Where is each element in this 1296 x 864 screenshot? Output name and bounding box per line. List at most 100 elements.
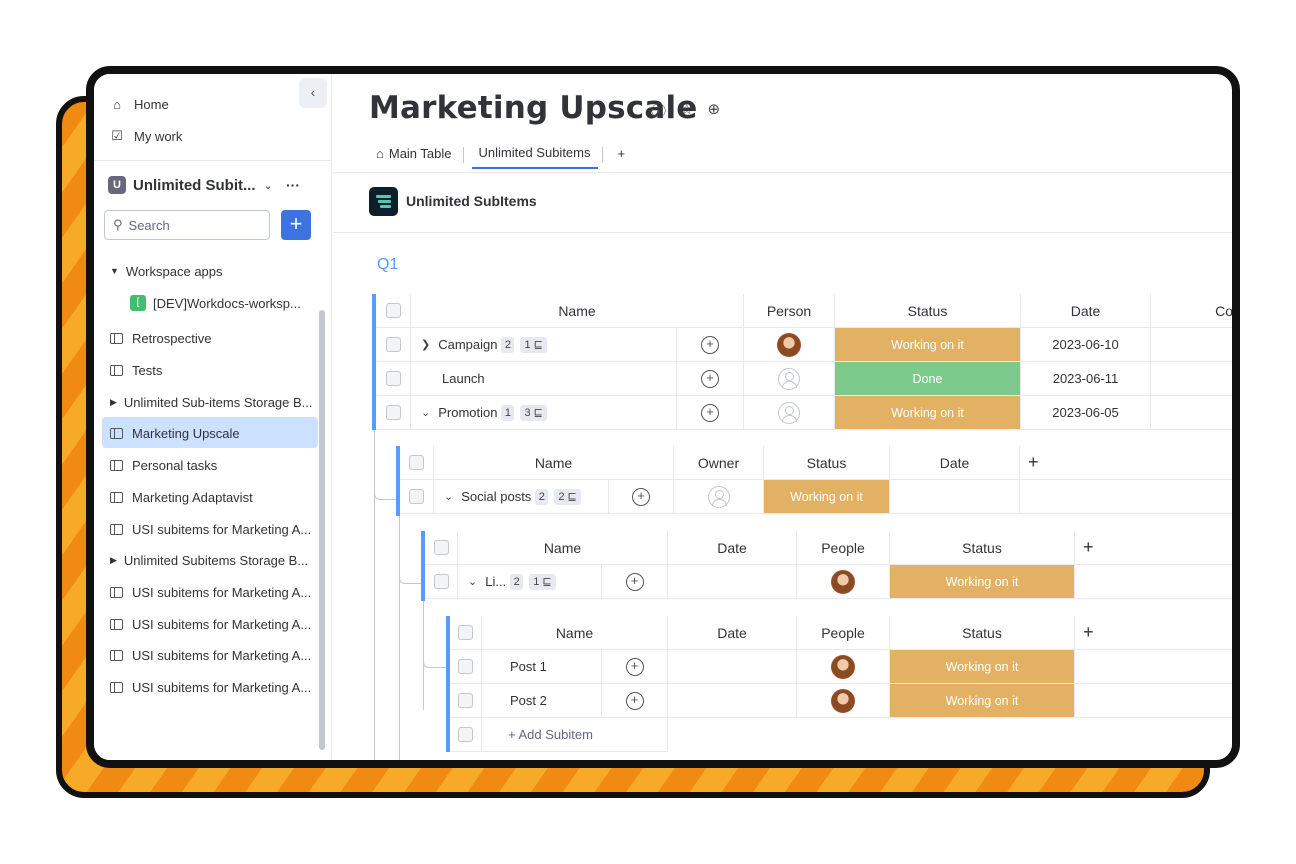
column-header-owner[interactable]: Owner bbox=[674, 446, 764, 479]
empty-person-icon[interactable] bbox=[778, 367, 800, 390]
workspace-apps-toggle[interactable]: ▼ Workspace apps bbox=[108, 261, 223, 281]
sidebar-item-usi-3[interactable]: USI subitems for Marketing A... bbox=[108, 614, 311, 634]
select-all-checkbox[interactable] bbox=[433, 540, 449, 555]
sidebar-folder-storage[interactable]: ▶ Unlimited Sub-items Storage B... bbox=[108, 392, 313, 412]
sidebar-item-personal-tasks[interactable]: Personal tasks bbox=[108, 455, 217, 475]
subitems-badge[interactable]: 2 ⊑ bbox=[554, 488, 581, 505]
sidebar-item-marketing-adaptavist[interactable]: Marketing Adaptavist bbox=[108, 487, 253, 507]
select-all-checkbox[interactable] bbox=[458, 625, 473, 640]
avatar[interactable] bbox=[777, 332, 801, 357]
item-name[interactable]: Post 2 bbox=[510, 693, 547, 708]
chevron-down-icon[interactable]: ⌄ bbox=[444, 490, 453, 503]
date-cell[interactable]: 2023-06-10 bbox=[1021, 328, 1151, 361]
status-badge[interactable]: Working on it bbox=[890, 684, 1075, 717]
avatar[interactable] bbox=[831, 569, 855, 594]
row-checkbox[interactable] bbox=[458, 693, 473, 708]
add-update-icon[interactable]: + bbox=[701, 335, 719, 354]
avatar[interactable] bbox=[831, 654, 855, 679]
date-cell[interactable] bbox=[668, 565, 797, 598]
date-cell[interactable] bbox=[890, 480, 1020, 513]
sidebar-item-usi-1[interactable]: USI subitems for Marketing A... bbox=[108, 519, 311, 539]
add-update-icon[interactable]: + bbox=[625, 691, 644, 710]
column-header-date[interactable]: Date bbox=[890, 446, 1020, 479]
item-name[interactable]: Li... bbox=[485, 574, 506, 589]
date-cell[interactable] bbox=[668, 684, 797, 717]
add-update-icon[interactable]: + bbox=[632, 487, 650, 506]
add-update-icon[interactable]: + bbox=[625, 572, 644, 591]
column-header-people[interactable]: People bbox=[797, 531, 890, 564]
column-header-name[interactable]: Name bbox=[411, 294, 744, 327]
table-row[interactable]: Launch + Done 2023-06-11 bbox=[376, 362, 1232, 396]
row-checkbox[interactable] bbox=[385, 405, 401, 420]
column-header-status[interactable]: Status bbox=[890, 616, 1075, 649]
subitems-badge[interactable]: 3 ⊑ bbox=[520, 404, 547, 421]
column-header-status[interactable]: Status bbox=[890, 531, 1075, 564]
sidebar-scrollbar[interactable] bbox=[319, 310, 325, 750]
item-name[interactable]: Social posts bbox=[461, 489, 531, 504]
select-all-checkbox[interactable] bbox=[385, 303, 401, 318]
add-update-icon[interactable]: + bbox=[625, 657, 644, 676]
column-header-people[interactable]: People bbox=[797, 616, 890, 649]
column-header-name[interactable]: Name bbox=[458, 531, 668, 564]
sidebar-folder-subitems-storage[interactable]: ▶ Unlimited Subitems Storage B... bbox=[108, 550, 308, 570]
sidebar-item-marketing-upscale[interactable]: Marketing Upscale bbox=[108, 423, 240, 443]
sidebar-app-item[interactable]: [ [DEV]Workdocs-worksp... bbox=[130, 293, 301, 313]
subitems-badge[interactable]: 1 ⊑ bbox=[529, 573, 556, 590]
item-name[interactable]: Post 1 bbox=[510, 659, 547, 674]
empty-person-icon[interactable] bbox=[707, 485, 730, 508]
collapse-sidebar-button[interactable]: ‹ bbox=[299, 78, 327, 108]
add-column-button[interactable]: + bbox=[1020, 446, 1232, 479]
row-checkbox[interactable] bbox=[385, 371, 401, 386]
add-subitem-button[interactable]: + Add Subitem bbox=[482, 718, 668, 751]
status-badge[interactable]: Working on it bbox=[835, 328, 1021, 361]
sidebar-item-usi-5[interactable]: USI subitems for Marketing A... bbox=[108, 677, 311, 697]
search-input[interactable]: ⚲ Search bbox=[104, 210, 270, 240]
avatar[interactable] bbox=[831, 688, 855, 713]
item-name[interactable]: Promotion bbox=[438, 405, 497, 420]
workspace-more-button[interactable]: ··· bbox=[286, 175, 300, 195]
column-header-status[interactable]: Status bbox=[835, 294, 1021, 327]
status-badge[interactable]: Working on it bbox=[890, 565, 1075, 598]
add-view-button[interactable]: + bbox=[611, 141, 633, 168]
item-name[interactable]: Campaign bbox=[438, 337, 497, 352]
column-header-person[interactable]: Person bbox=[744, 294, 835, 327]
status-badge[interactable]: Working on it bbox=[890, 650, 1075, 683]
row-checkbox[interactable] bbox=[385, 337, 401, 352]
status-badge[interactable]: Done bbox=[835, 362, 1021, 395]
chevron-right-icon[interactable]: ❯ bbox=[421, 338, 430, 351]
star-icon[interactable]: ☆ bbox=[680, 100, 693, 121]
item-name[interactable]: Launch bbox=[442, 371, 485, 386]
table-row[interactable]: ⌄ Promotion 1 3 ⊑ + Working on it 2023-06… bbox=[376, 396, 1232, 430]
table-row[interactable]: ⌄ Social posts 2 2 ⊑ + Working on it bbox=[400, 480, 1232, 514]
status-badge[interactable]: Working on it bbox=[835, 396, 1021, 429]
add-column-button[interactable]: + bbox=[1075, 616, 1232, 649]
status-badge[interactable]: Working on it bbox=[764, 480, 890, 513]
column-header-date[interactable]: Date bbox=[668, 531, 797, 564]
add-update-icon[interactable]: + bbox=[701, 403, 719, 422]
sidebar-my-work[interactable]: ☑ My work bbox=[108, 126, 182, 146]
chevron-down-icon[interactable]: ⌄ bbox=[468, 575, 477, 588]
info-icon[interactable]: ⓘ bbox=[651, 100, 666, 121]
workspace-selector[interactable]: U Unlimited Subit... ⌄ bbox=[108, 175, 273, 195]
date-cell[interactable]: 2023-06-11 bbox=[1021, 362, 1151, 395]
subitems-badge[interactable]: 1 ⊑ bbox=[520, 336, 547, 353]
add-subitem-row[interactable]: + Add Subitem bbox=[450, 718, 668, 752]
sidebar-item-tests[interactable]: Tests bbox=[108, 360, 162, 380]
add-column-button[interactable]: + bbox=[1075, 531, 1232, 564]
column-header-date[interactable]: Date bbox=[1021, 294, 1151, 327]
tab-unlimited-subitems[interactable]: Unlimited Subitems bbox=[471, 140, 598, 169]
column-header-name[interactable]: Name bbox=[434, 446, 674, 479]
date-cell[interactable]: 2023-06-05 bbox=[1021, 396, 1151, 429]
column-header-more[interactable]: Co bbox=[1151, 294, 1232, 327]
empty-person-icon[interactable] bbox=[778, 401, 800, 424]
table-row[interactable]: ⌄ Li... 2 1 ⊑ + Working on it bbox=[425, 565, 1232, 599]
tab-main-table[interactable]: ⌂ Main Table bbox=[369, 141, 459, 168]
sidebar-item-retrospective[interactable]: Retrospective bbox=[108, 328, 211, 348]
add-update-icon[interactable]: ⊕ bbox=[707, 100, 720, 121]
add-item-button[interactable]: + bbox=[281, 210, 311, 240]
column-header-name[interactable]: Name bbox=[482, 616, 668, 649]
column-header-status[interactable]: Status bbox=[764, 446, 890, 479]
table-row[interactable]: Post 1 + Working on it bbox=[450, 650, 1232, 684]
row-checkbox[interactable] bbox=[409, 489, 424, 504]
date-cell[interactable] bbox=[668, 650, 797, 683]
